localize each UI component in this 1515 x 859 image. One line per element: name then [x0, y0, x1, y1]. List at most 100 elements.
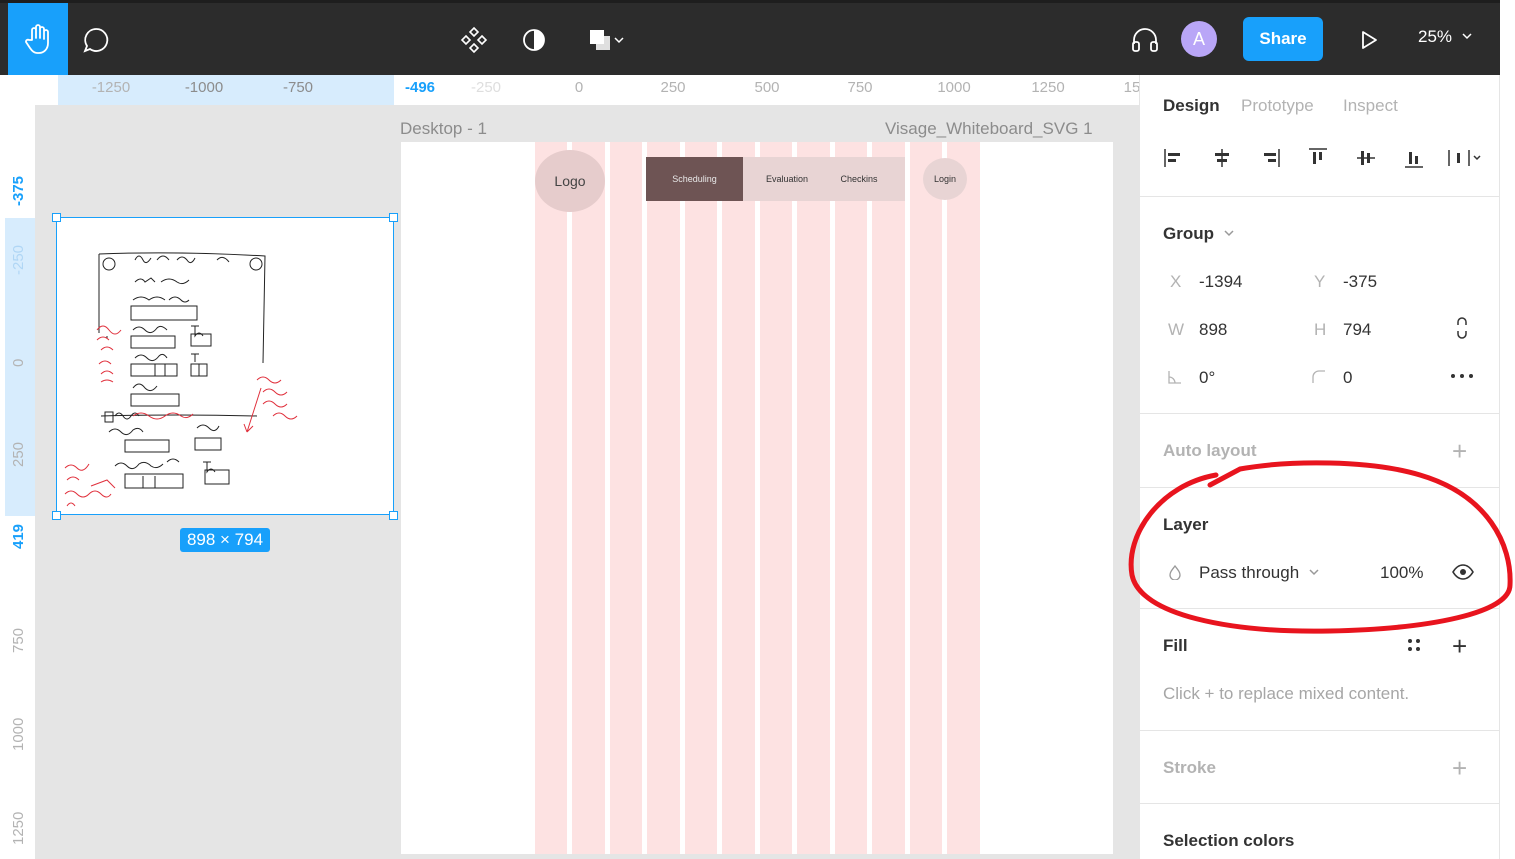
zoom-dropdown[interactable]: 25% — [1418, 27, 1473, 47]
divider — [1139, 730, 1499, 731]
align-horizontal-center-icon[interactable] — [1208, 144, 1236, 172]
tab-design[interactable]: Design — [1163, 96, 1220, 116]
audio-button[interactable] — [1127, 22, 1163, 58]
ruler-tick-label: 1250 — [10, 811, 27, 845]
ruler-tick-label: 500 — [754, 79, 780, 96]
comment-icon — [83, 28, 109, 53]
tab-prototype[interactable]: Prototype — [1241, 96, 1314, 116]
h-field[interactable]: 794 — [1343, 320, 1371, 340]
grid-column — [647, 142, 680, 854]
share-button[interactable]: Share — [1243, 17, 1323, 61]
ruler-tick-label: 419 — [10, 523, 27, 549]
hand-tool-button[interactable] — [8, 3, 68, 75]
y-label: Y — [1314, 272, 1326, 291]
desktop-frame[interactable] — [401, 142, 1113, 854]
fill-hint: Click + to replace mixed content. — [1163, 684, 1410, 703]
ruler-tick-label: -250 — [470, 79, 502, 96]
align-left-icon[interactable] — [1160, 144, 1188, 172]
stroke-label: Stroke — [1163, 758, 1216, 777]
mockup-logo[interactable]: Logo — [535, 150, 605, 212]
group-dropdown[interactable]: Group — [1163, 224, 1235, 244]
grid-column — [572, 142, 605, 854]
mockup-nav-evaluation[interactable]: Evaluation — [752, 157, 822, 201]
ruler-tick-label: 0 — [10, 358, 27, 367]
headphones-icon — [1132, 28, 1158, 52]
ruler-tick-label: -1000 — [184, 79, 224, 96]
components-button[interactable] — [456, 22, 492, 58]
chevron-down-icon — [614, 37, 624, 44]
resize-handle-bottom-left[interactable] — [52, 511, 61, 520]
chevron-down-icon — [1224, 230, 1234, 237]
add-fill-button[interactable]: + — [1452, 633, 1467, 659]
align-top-icon[interactable] — [1304, 144, 1332, 172]
x-label: X — [1170, 272, 1182, 291]
group-label: Group — [1163, 224, 1214, 243]
ruler-tick-label: 750 — [10, 627, 27, 653]
tab-inspect[interactable]: Inspect — [1343, 96, 1398, 116]
align-right-icon[interactable] — [1256, 144, 1284, 172]
ruler-tick-label: 1000 — [937, 79, 971, 96]
resize-handle-top-left[interactable] — [52, 213, 61, 222]
align-vertical-center-icon[interactable] — [1352, 144, 1380, 172]
component-icon — [460, 26, 488, 54]
mockup-nav-checkins[interactable]: Checkins — [826, 157, 892, 201]
ruler-tick-label: -1250 — [91, 79, 131, 96]
chevron-down-icon — [1462, 33, 1472, 40]
grid-column — [535, 142, 567, 854]
mockup-login[interactable]: Login — [923, 158, 967, 200]
contrast-icon — [523, 29, 545, 51]
resize-handle-top-right[interactable] — [389, 213, 398, 222]
grid-column — [947, 142, 980, 854]
boolean-ops-button[interactable] — [580, 22, 632, 58]
styles-grid-icon[interactable] — [1405, 636, 1423, 654]
ruler-tick-label: -750 — [282, 79, 314, 96]
y-field[interactable]: -375 — [1343, 272, 1377, 292]
ruler-tick-label: 250 — [10, 441, 27, 467]
w-field[interactable]: 898 — [1199, 320, 1227, 340]
ruler-tick-label: 250 — [660, 79, 686, 96]
layer-title[interactable]: Visage_Whiteboard_SVG 1 — [885, 119, 1093, 139]
grid-column — [722, 142, 755, 854]
avatar[interactable]: A — [1181, 21, 1217, 57]
ruler-top-labels: -1250 -1000 -750 -496 -250 0 250 500 750… — [0, 75, 1141, 105]
add-stroke-button[interactable]: + — [1452, 755, 1467, 781]
rotation-field[interactable]: 0° — [1199, 368, 1215, 388]
divider — [1139, 413, 1499, 414]
resize-handle-bottom-right[interactable] — [389, 511, 398, 520]
red-annotation-circle — [1128, 460, 1513, 634]
fill-label: Fill — [1163, 636, 1188, 655]
ruler-tick-label: 1250 — [1031, 79, 1065, 96]
ruler-tick-label: 1000 — [10, 717, 27, 751]
selection-colors-label: Selection colors — [1163, 831, 1295, 850]
selected-whiteboard-image[interactable] — [56, 217, 394, 515]
more-options-icon[interactable] — [1449, 370, 1475, 382]
frame-title[interactable]: Desktop - 1 — [400, 119, 487, 139]
ruler-tick-label: 0 — [574, 79, 584, 96]
alignment-toolbar — [1160, 144, 1481, 172]
play-icon — [1362, 31, 1377, 49]
ruler-tick-label: -375 — [10, 175, 27, 206]
grid-column — [872, 142, 905, 854]
theme-toggle-button[interactable] — [516, 22, 552, 58]
x-field[interactable]: -1394 — [1199, 272, 1242, 292]
grid-column — [835, 142, 867, 854]
ruler-tick-label: -250 — [10, 244, 27, 275]
selection-size-badge: 898 × 794 — [180, 528, 270, 552]
hand-icon — [25, 24, 49, 54]
mockup-nav-scheduling[interactable]: Scheduling — [646, 157, 743, 201]
comment-tool-button[interactable] — [78, 22, 114, 58]
distribute-icon[interactable] — [1444, 144, 1484, 172]
rotation-icon — [1168, 371, 1181, 384]
divider — [1139, 803, 1499, 804]
present-button[interactable] — [1352, 22, 1386, 58]
ruler-tick-label: -496 — [404, 79, 436, 96]
corner-radius-field[interactable]: 0 — [1343, 368, 1352, 388]
grid-column — [685, 142, 717, 854]
ruler-left-labels: -375 -250 0 250 419 750 1000 1250 — [5, 105, 35, 859]
zoom-value: 25% — [1418, 27, 1453, 46]
align-bottom-icon[interactable] — [1400, 144, 1428, 172]
ruler-tick-label: 750 — [847, 79, 873, 96]
w-label: W — [1168, 320, 1185, 339]
window-top-strip — [0, 0, 1500, 3]
constrain-proportions-icon[interactable] — [1453, 316, 1471, 340]
